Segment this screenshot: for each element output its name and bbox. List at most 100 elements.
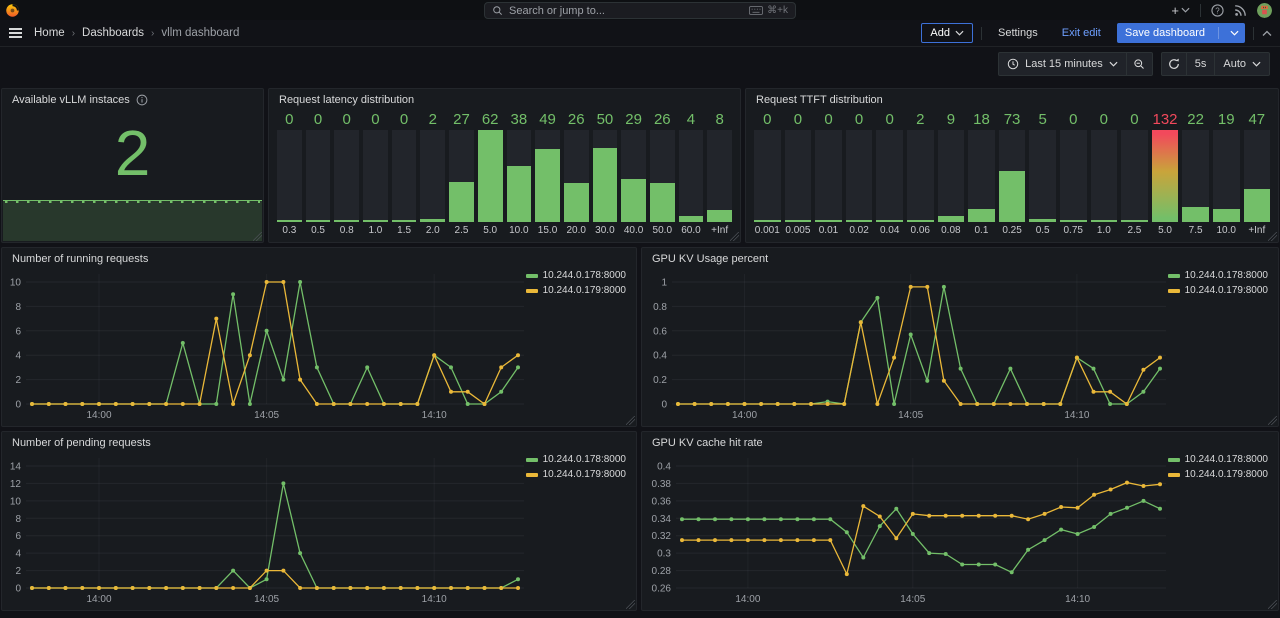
legend-item[interactable]: 10.244.0.179:8000: [526, 469, 626, 480]
bar-column: 227.5: [1182, 111, 1209, 237]
breadcrumb-home[interactable]: Home: [34, 27, 65, 39]
edit-actions: Add Settings Exit edit Save dashboard: [921, 23, 1272, 43]
resize-handle[interactable]: [1268, 416, 1277, 425]
bar-fill: [968, 209, 995, 222]
new-menu-button[interactable]: +: [1171, 3, 1190, 18]
panel-title[interactable]: GPU KV cache hit rate: [652, 437, 763, 449]
bar-column: 00.8: [334, 111, 359, 237]
collapse-chevron-icon[interactable]: [1262, 30, 1272, 37]
legend-item[interactable]: 10.244.0.179:8000: [1168, 285, 1268, 296]
bar-value: 18: [973, 111, 990, 130]
bar-category-label: 10.0: [1216, 222, 1235, 237]
panel-title[interactable]: Available vLLM instaces: [12, 94, 130, 106]
bar-fill: [478, 130, 503, 222]
time-range-picker[interactable]: Last 15 minutes: [998, 52, 1127, 76]
panel-title[interactable]: Number of pending requests: [12, 437, 151, 449]
legend-item[interactable]: 10.244.0.178:8000: [526, 454, 626, 465]
save-options-chevron[interactable]: [1224, 30, 1245, 36]
bar-column: 460.0: [679, 111, 704, 237]
stat-sparkline: [3, 200, 262, 241]
bar-category-label: 0.08: [941, 222, 960, 237]
bar-category-label: 20.0: [566, 222, 585, 237]
legend: 10.244.0.178:8000 10.244.0.179:8000: [526, 270, 626, 296]
bar-column: 180.1: [968, 111, 995, 237]
bar-category-label: 0.01: [819, 222, 838, 237]
bar-value: 62: [482, 111, 499, 130]
bar-column: 02.5: [1121, 111, 1148, 237]
bar-category-label: 2.5: [455, 222, 469, 237]
resize-handle[interactable]: [1268, 600, 1277, 609]
bar-category-label: 0.02: [849, 222, 868, 237]
bar-track: [815, 130, 842, 222]
bar-fill: [392, 220, 417, 222]
svg-text:0: 0: [661, 400, 667, 411]
bar-category-label: 1.0: [1097, 222, 1111, 237]
bar-fill: [785, 220, 812, 222]
bar-fill: [679, 216, 704, 222]
news-icon[interactable]: [1234, 4, 1247, 17]
resize-handle[interactable]: [626, 600, 635, 609]
search-placeholder: Search or jump to...: [509, 5, 743, 17]
add-button[interactable]: Add: [921, 23, 973, 43]
legend-item[interactable]: 10.244.0.178:8000: [1168, 454, 1268, 465]
legend-item[interactable]: 10.244.0.179:8000: [526, 285, 626, 296]
legend: 10.244.0.178:8000 10.244.0.179:8000: [1168, 270, 1268, 296]
bar-track: [785, 130, 812, 222]
panel-title[interactable]: Request TTFT distribution: [756, 94, 883, 106]
bar-value: 0: [343, 111, 351, 130]
refresh-button[interactable]: [1161, 52, 1187, 76]
refresh-mode-picker[interactable]: Auto: [1215, 52, 1270, 76]
series-swatch: [1168, 473, 1180, 477]
legend-item[interactable]: 10.244.0.178:8000: [526, 270, 626, 281]
legend-item[interactable]: 10.244.0.178:8000: [1168, 270, 1268, 281]
svg-text:0.38: 0.38: [652, 479, 672, 490]
bar-column: 1910.0: [1213, 111, 1240, 237]
breadcrumb-bar: Home › Dashboards › vllm dashboard Add S…: [0, 20, 1280, 47]
bar-value: 8: [715, 111, 723, 130]
chevron-right-icon: ›: [72, 28, 75, 39]
bar-track: [1213, 130, 1240, 222]
save-dashboard-button[interactable]: Save dashboard: [1117, 23, 1245, 43]
resize-handle[interactable]: [730, 232, 739, 241]
menu-toggle-icon[interactable]: [9, 28, 22, 38]
bar-category-label: 0.8: [340, 222, 354, 237]
bar-value: 5: [1038, 111, 1046, 130]
bar-value: 0: [855, 111, 863, 130]
panel-title[interactable]: Number of running requests: [12, 253, 148, 265]
settings-button[interactable]: Settings: [990, 23, 1046, 43]
bar-fill: [815, 220, 842, 222]
breadcrumb-dashboards[interactable]: Dashboards: [82, 27, 144, 39]
search-input[interactable]: Search or jump to... ⌘+k: [484, 2, 796, 19]
resize-handle[interactable]: [626, 416, 635, 425]
svg-text:14:00: 14:00: [86, 594, 111, 605]
bar-column: 00.04: [876, 111, 903, 237]
bar-fill: [535, 149, 560, 222]
bar-value: 0: [400, 111, 408, 130]
legend-item[interactable]: 10.244.0.179:8000: [1168, 469, 1268, 480]
avatar[interactable]: [1257, 3, 1272, 18]
exit-edit-button[interactable]: Exit edit: [1054, 23, 1109, 43]
refresh-interval[interactable]: 5s: [1187, 52, 1216, 76]
bar-column: 2940.0: [621, 111, 646, 237]
info-icon[interactable]: [136, 94, 148, 106]
panel-title[interactable]: GPU KV Usage percent: [652, 253, 768, 265]
grafana-logo[interactable]: [5, 3, 20, 18]
bar-track: [334, 130, 359, 222]
svg-text:14:10: 14:10: [1064, 410, 1089, 421]
bar-column: 00.005: [785, 111, 812, 237]
bar-fill: [334, 220, 359, 222]
svg-text:0.34: 0.34: [652, 514, 672, 525]
help-icon[interactable]: ?: [1211, 4, 1224, 17]
bar-track: [621, 130, 646, 222]
resize-handle[interactable]: [1268, 232, 1277, 241]
bar-column: 730.25: [999, 111, 1026, 237]
series-line-1: [32, 282, 518, 404]
svg-text:14:05: 14:05: [900, 594, 925, 605]
bar-column: 8+Inf: [707, 111, 732, 237]
breadcrumb: Home › Dashboards › vllm dashboard: [34, 27, 239, 39]
bar-fill: [1060, 220, 1087, 222]
zoom-out-button[interactable]: [1127, 52, 1153, 76]
panel-title[interactable]: Request latency distribution: [279, 94, 414, 106]
keyboard-icon: [749, 5, 763, 16]
resize-handle[interactable]: [253, 232, 262, 241]
